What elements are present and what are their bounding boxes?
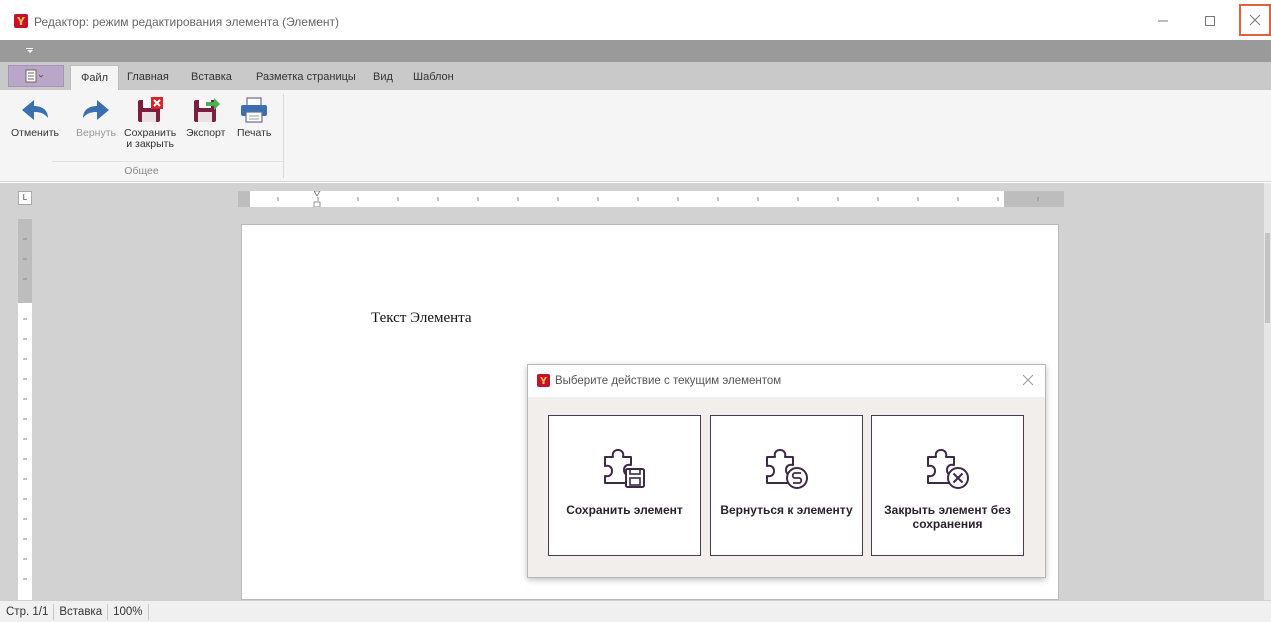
close-icon	[1249, 14, 1261, 26]
ribbon-group-separator	[283, 94, 284, 178]
status-mode[interactable]: Вставка	[54, 603, 109, 620]
scrollbar-thumb[interactable]	[1265, 233, 1270, 323]
quick-access-toolbar	[0, 40, 1271, 62]
status-zoom[interactable]: 100%	[108, 603, 149, 620]
save-and-close-button[interactable]: Сохранить и закрыть	[124, 92, 176, 150]
puzzle-close-icon	[926, 449, 969, 489]
close-window-button[interactable]	[1239, 4, 1271, 36]
vertical-ruler-ticks	[23, 238, 27, 580]
save-close-icon	[138, 97, 164, 122]
minimize-button[interactable]	[1147, 8, 1179, 34]
undo-arrow-icon	[21, 100, 48, 120]
puzzle-return-icon	[765, 449, 808, 489]
document-text[interactable]: Текст Элемента	[371, 310, 472, 327]
save-element-label: Сохранить элемент	[566, 503, 683, 517]
vertical-ruler[interactable]	[18, 219, 32, 600]
group-divider	[52, 161, 284, 162]
dialog-title: Выберите действие с текущим элементом	[555, 375, 782, 387]
window-title: Редактор: режим редактирования элемента …	[34, 15, 340, 29]
maximize-icon	[1205, 16, 1215, 26]
puzzle-save-icon	[603, 449, 645, 488]
customize-qat-icon[interactable]	[26, 48, 33, 54]
redo-arrow-icon	[83, 100, 109, 120]
return-to-element-label: Вернуться к элементу	[720, 503, 853, 517]
tab-insert[interactable]: Вставка	[191, 71, 232, 83]
close-without-saving-button[interactable]: Закрыть элемент без сохранения	[871, 415, 1024, 556]
app-menu-icon	[25, 69, 44, 83]
ribbon-group-label: Общее	[124, 165, 159, 177]
save-element-button[interactable]: Сохранить элемент	[548, 415, 701, 556]
ribbon-panel: Отменить Вернуть Сохранить и закрыть Экс…	[0, 90, 1271, 182]
undo-button[interactable]: Отменить	[11, 92, 59, 139]
element-action-dialog: Выберите действие с текущим элементом Со…	[527, 364, 1046, 578]
export-icon	[193, 98, 220, 122]
ruler-ticks	[277, 191, 1039, 207]
print-button[interactable]: Печать	[237, 92, 271, 139]
app-menu-button[interactable]	[8, 65, 64, 87]
minimize-icon	[1158, 20, 1168, 22]
dialog-close-button[interactable]	[1020, 372, 1036, 388]
ribbon-tab-row: Файл Главная Вставка Разметка страницы В…	[0, 62, 1271, 90]
close-icon	[1022, 374, 1034, 386]
return-to-element-button[interactable]: Вернуться к элементу	[710, 415, 863, 556]
tab-view[interactable]: Вид	[373, 71, 393, 83]
tab-template[interactable]: Шаблон	[413, 71, 454, 83]
horizontal-ruler[interactable]	[238, 191, 1064, 207]
status-bar: Стр. 1/1 Вставка 100%	[0, 600, 1271, 622]
dialog-logo-icon	[537, 374, 550, 387]
tab-stop-selector[interactable]: L	[18, 191, 32, 205]
tab-file[interactable]: Файл	[70, 65, 120, 90]
tab-home[interactable]: Главная	[127, 71, 169, 83]
maximize-button[interactable]	[1194, 8, 1226, 34]
printer-icon	[241, 97, 268, 123]
app-logo-icon	[14, 14, 28, 28]
status-page: Стр. 1/1	[0, 603, 55, 620]
tab-page-layout[interactable]: Разметка страницы	[256, 71, 356, 83]
dialog-header: Выберите действие с текущим элементом	[528, 365, 1045, 397]
redo-button[interactable]: Вернуть	[76, 92, 116, 139]
title-bar: Редактор: режим редактирования элемента …	[0, 0, 1271, 40]
close-without-saving-label: Закрыть элемент без сохранения	[884, 503, 1011, 531]
export-button[interactable]: Экспорт	[186, 92, 225, 139]
